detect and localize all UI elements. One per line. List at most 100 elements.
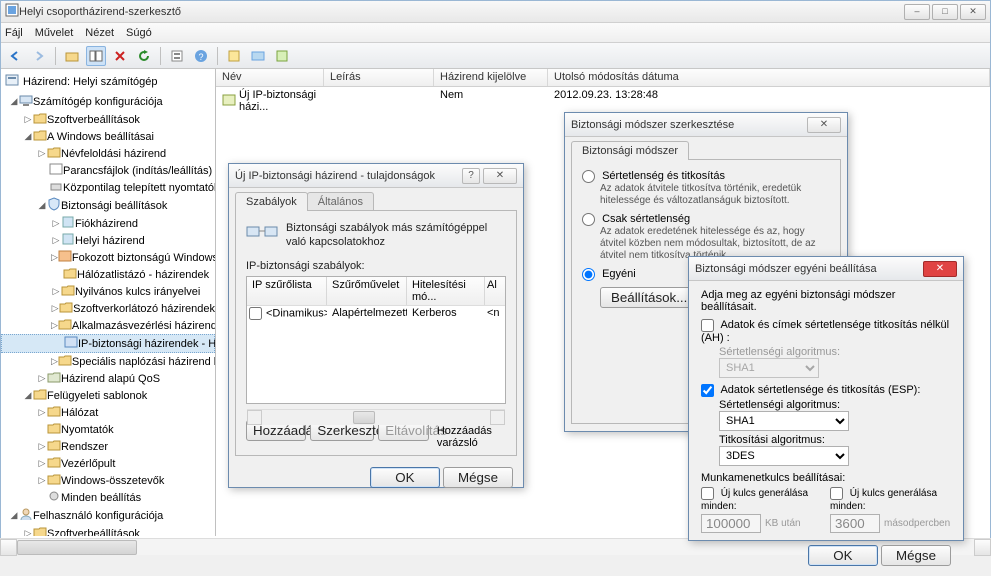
dlg-prop-close[interactable]: ✕ [483, 168, 517, 184]
tab-rules[interactable]: Szabályok [235, 192, 308, 211]
prop-ok-button[interactable]: OK [370, 467, 440, 488]
tree-network[interactable]: ▷Hálózat [1, 404, 215, 421]
minimize-button[interactable]: – [904, 4, 930, 20]
folder-icon [47, 146, 61, 161]
tree-account-policy[interactable]: ▷Fiókházirend [1, 215, 215, 232]
tool-new2-button[interactable] [248, 46, 268, 66]
rules-scroll-thumb[interactable] [353, 411, 375, 424]
tool-props-button[interactable] [167, 46, 187, 66]
regen-sec-input[interactable] [830, 514, 880, 533]
shield-icon [47, 197, 61, 214]
scroll-right-button[interactable] [974, 539, 991, 556]
tree-security[interactable]: ◢Biztonsági beállítások [1, 196, 215, 215]
ah-algo-select[interactable]: SHA1 [719, 358, 819, 378]
rules-row-dynamic[interactable]: <Dinamikus> Alapértelmezett vála... Kerb… [247, 306, 505, 321]
tree-firewall[interactable]: ▷Fokozott biztonságú Windows tűzfal [1, 249, 215, 266]
tool-help-button[interactable]: ? [191, 46, 211, 66]
esp-enc-select[interactable]: 3DES [719, 446, 849, 466]
folder-icon [59, 301, 73, 316]
tree-qos[interactable]: ▷Házirend alapú QoS [1, 370, 215, 387]
custom-ok-button[interactable]: OK [808, 545, 878, 566]
policy-row[interactable]: Új IP-biztonsági házi... Nem 2012.09.23.… [216, 87, 990, 115]
rules-col-tunnel[interactable]: Al [485, 277, 505, 305]
tree-pane[interactable]: Házirend: Helyi számítógép ◢Számítógép k… [1, 69, 216, 536]
tree-windows-settings[interactable]: ◢A Windows beállításai [1, 128, 215, 145]
tree-user-config[interactable]: ◢Felhasználó konfigurációja [1, 506, 215, 525]
tree-software-settings[interactable]: ▷Szoftverbeállítások [1, 111, 215, 128]
scroll-left-button[interactable] [0, 539, 17, 556]
col-desc[interactable]: Leírás [324, 69, 434, 86]
tool-open-button[interactable] [62, 46, 82, 66]
tree-controlpanel[interactable]: ▷Vezérlőpult [1, 455, 215, 472]
col-date[interactable]: Utolsó módosítás dátuma [548, 69, 990, 86]
esp-checkbox[interactable]: Adatok sértetlensége és titkosítás (ESP)… [701, 384, 920, 396]
menu-help[interactable]: Súgó [126, 27, 152, 39]
col-name[interactable]: Név [216, 69, 324, 86]
regen-sec-checkbox[interactable]: Új kulcs generálása minden: [830, 488, 937, 512]
tree-computer-config[interactable]: ◢Számítógép konfigurációja [1, 92, 215, 111]
maximize-button[interactable]: □ [932, 4, 958, 20]
menu-action[interactable]: Művelet [35, 27, 74, 39]
tool-new1-button[interactable] [224, 46, 244, 66]
tree-printers2[interactable]: Nyomtatók [1, 421, 215, 438]
menu-file[interactable]: Fájl [5, 27, 23, 39]
radio-int-only[interactable]: Csak sértetlenség [582, 213, 690, 225]
tool-refresh-button[interactable] [134, 46, 154, 66]
tree-user-software[interactable]: ▷Szoftverbeállítások [1, 525, 215, 536]
tree-allsettings[interactable]: Minden beállítás [1, 489, 215, 506]
dlg-prop-help[interactable]: ? [462, 168, 480, 184]
dlg-custom-close[interactable]: ✕ [923, 261, 957, 277]
menu-view[interactable]: Nézet [85, 27, 114, 39]
rules-col-filteraction[interactable]: Szűrőművelet [327, 277, 407, 305]
esp-int-select[interactable]: SHA1 [719, 411, 849, 431]
app-icon [5, 3, 19, 20]
tool-delete-button[interactable] [110, 46, 130, 66]
tool-new3-button[interactable] [272, 46, 292, 66]
shield-ip-icon [64, 336, 78, 351]
tool-column-button[interactable] [86, 46, 106, 66]
esp-enc-label: Titkosítási algoritmus: [719, 434, 951, 446]
tree-swrest[interactable]: ▷Szoftverkorlátozó házirendek [1, 300, 215, 317]
regen-kb-input[interactable] [701, 514, 761, 533]
sec-unit: másodpercben [884, 518, 950, 529]
rules-scroll-left[interactable] [247, 410, 262, 425]
tree-netlist[interactable]: Hálózatlistázó - házirendek [1, 266, 215, 283]
rules-scroll-right[interactable] [490, 410, 505, 425]
tab-security-method[interactable]: Biztonsági módszer [571, 141, 689, 160]
rules-col-filterlist[interactable]: IP szűrőlista [247, 277, 327, 305]
rules-col-auth[interactable]: Hitelesítési mó... [407, 277, 485, 305]
ipsec-properties-dialog[interactable]: Új IP-biztonsági házirend - tulajdonságo… [228, 163, 524, 488]
radio-int-enc[interactable]: Sértetlenség és titkosítás [582, 170, 725, 182]
tree-audit[interactable]: ▷Speciális naplózási házirend konfigurá [1, 353, 215, 370]
tree-scripts[interactable]: Parancsfájlok (indítás/leállítás) [1, 162, 215, 179]
tree-root[interactable]: Házirend: Helyi számítógép [1, 71, 215, 92]
close-button[interactable]: ✕ [960, 4, 986, 20]
tree-wincomponents[interactable]: ▷Windows-összetevők [1, 472, 215, 489]
main-titlebar: Helyi csoportházirend-szerkesztő – □ ✕ [1, 1, 990, 23]
tree-ipsec[interactable]: IP-biztonsági házirendek - Helyi számí [1, 334, 215, 353]
col-assigned[interactable]: Házirend kijelölve [434, 69, 548, 86]
tree-local-policy[interactable]: ▷Helyi házirend [1, 232, 215, 249]
custom-cancel-button[interactable]: Mégse [881, 545, 951, 566]
radio-custom[interactable]: Egyéni [582, 268, 636, 280]
nav-forward-button[interactable] [29, 46, 49, 66]
main-title: Helyi csoportházirend-szerkesztő [19, 6, 904, 18]
ah-checkbox[interactable]: Adatok és címek sértetlensége titkosítás… [701, 319, 949, 344]
radio-int-enc-desc: Az adatok átvitele titkosítva történik, … [582, 183, 830, 207]
dlg-method-close[interactable]: ✕ [807, 117, 841, 133]
tab-general[interactable]: Általános [307, 192, 374, 211]
tree-admin-templates[interactable]: ◢Felügyeleti sablonok [1, 387, 215, 404]
ipsec-hint-icon [246, 221, 278, 250]
tree-system[interactable]: ▷Rendszer [1, 438, 215, 455]
scroll-thumb[interactable] [17, 540, 137, 555]
rule-enable-checkbox[interactable] [249, 307, 262, 320]
nav-back-button[interactable] [5, 46, 25, 66]
prop-cancel-button[interactable]: Mégse [443, 467, 513, 488]
tree-pubkey[interactable]: ▷Nyilvános kulcs irányelvei [1, 283, 215, 300]
settings-button[interactable]: Beállítások... [600, 287, 698, 308]
tree-printers[interactable]: Központilag telepített nyomtatók [1, 179, 215, 196]
regen-kb-checkbox[interactable]: Új kulcs generálása minden: [701, 488, 808, 512]
tree-appctrl[interactable]: ▷Alkalmazásvezérlési házirendek [1, 317, 215, 334]
custom-method-dialog[interactable]: Biztonsági módszer egyéni beállítása ✕ A… [688, 256, 964, 541]
tree-nameres[interactable]: ▷Névfeloldási házirend [1, 145, 215, 162]
